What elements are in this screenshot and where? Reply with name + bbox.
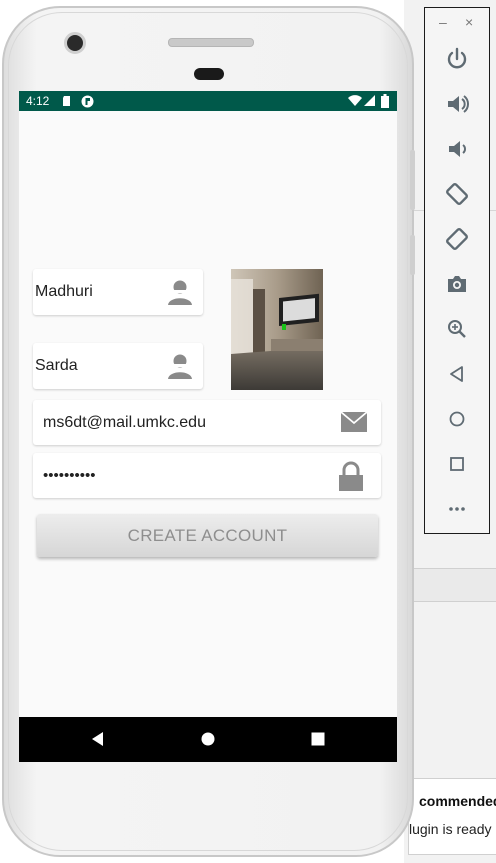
home-button[interactable] (442, 404, 472, 434)
first-name-field[interactable]: Madhuri (33, 269, 203, 315)
volume-down-icon (449, 141, 466, 157)
nav-overview-icon[interactable] (309, 730, 327, 748)
first-name-value: Madhuri (35, 283, 93, 300)
front-camera (64, 32, 86, 54)
minimize-button[interactable]: – (439, 14, 447, 30)
speaker-grille (168, 38, 254, 47)
camera-icon (448, 276, 466, 292)
lock-icon (339, 461, 363, 491)
zoom-button[interactable] (442, 314, 472, 344)
person-icon (168, 354, 192, 379)
ide-notification[interactable]: commended lugin is ready (408, 778, 496, 855)
notification-title: commended (419, 793, 496, 809)
notification-body: lugin is ready (409, 821, 492, 837)
profile-photo[interactable] (231, 269, 323, 390)
rotate-left-button[interactable] (442, 179, 472, 209)
device-side-button (410, 150, 415, 210)
sd-card-icon (63, 96, 70, 106)
password-field[interactable]: •••••••••• (33, 453, 381, 498)
volume-down-button[interactable] (442, 134, 472, 164)
nav-home-icon[interactable] (199, 730, 217, 748)
email-field[interactable]: ms6dt@mail.umkc.edu (33, 400, 381, 445)
back-button[interactable] (442, 359, 472, 389)
volume-up-button[interactable] (442, 89, 472, 119)
ide-tab-strip (404, 568, 496, 602)
navigation-bar (19, 717, 397, 762)
overview-icon (450, 457, 464, 471)
back-icon (450, 366, 463, 382)
rotate-right-icon (446, 228, 468, 250)
rotate-right-button[interactable] (442, 224, 472, 254)
wifi-icon (348, 95, 362, 106)
cell-signal-icon (364, 95, 375, 106)
mail-icon (340, 411, 368, 432)
screenshot-button[interactable] (442, 269, 472, 299)
last-name-value: Sarda (35, 357, 78, 374)
create-account-button[interactable]: CREATE ACCOUNT (37, 514, 378, 557)
overview-button[interactable] (442, 449, 472, 479)
status-bar: 4:12 (19, 91, 397, 111)
device-screen: 4:12 Madhuri Sarda ms6dt@mail.umkc.edu •… (19, 91, 397, 762)
status-time: 4:12 (26, 94, 50, 108)
password-value: •••••••••• (43, 467, 96, 484)
more-button[interactable] (442, 494, 472, 524)
earpiece (194, 68, 224, 80)
close-button[interactable]: × (465, 14, 473, 30)
device-side-button (410, 235, 415, 275)
nav-back-icon[interactable] (89, 730, 107, 748)
rotate-left-icon (446, 183, 468, 205)
emulator-toolbar: – × (424, 7, 490, 534)
more-icon (449, 507, 465, 511)
home-icon (449, 411, 465, 427)
power-button[interactable] (442, 44, 472, 74)
person-icon (168, 280, 192, 305)
last-name-field[interactable]: Sarda (33, 343, 203, 389)
app-notification-icon (81, 95, 94, 108)
volume-up-icon (448, 95, 469, 113)
email-value: ms6dt@mail.umkc.edu (43, 414, 206, 431)
zoom-icon (448, 320, 466, 338)
power-icon (447, 47, 467, 69)
room-photo (231, 269, 323, 390)
battery-icon (381, 94, 389, 108)
